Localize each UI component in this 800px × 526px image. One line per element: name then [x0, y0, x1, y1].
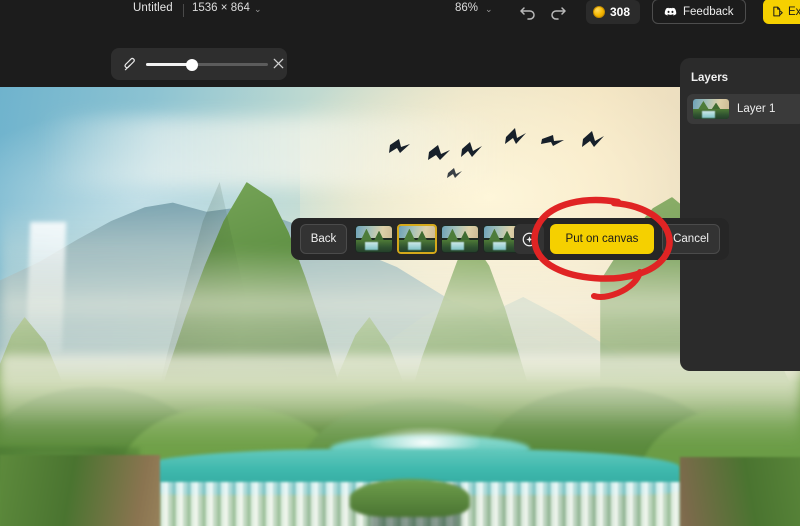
back-label: Back [310, 233, 337, 245]
generation-action-bar: Back Put on canvas Cancel [291, 218, 729, 260]
export-icon [773, 6, 783, 17]
project-title[interactable]: Untitled [133, 2, 173, 14]
brush-size-toolbar [111, 48, 287, 80]
variation-thumb-2[interactable] [397, 224, 437, 254]
credits-count: 308 [610, 5, 631, 19]
layer-name: Layer 1 [737, 103, 776, 115]
credits-badge[interactable]: 308 [586, 0, 641, 24]
layers-panel-title: Layers [691, 72, 729, 84]
toolbar-divider [183, 4, 184, 17]
eraser-icon[interactable] [123, 57, 138, 72]
canvas-dimensions[interactable]: 1536 × 864 [192, 2, 250, 14]
export-label: Ex [788, 5, 800, 18]
export-button[interactable]: Ex [763, 0, 800, 24]
close-brush-toolbar-button[interactable] [271, 56, 286, 71]
slider-handle[interactable] [186, 58, 198, 71]
close-x-icon [273, 58, 284, 69]
layers-panel: Layers Layer 1 [680, 58, 800, 371]
brush-size-slider[interactable] [146, 58, 268, 71]
undo-arrow-icon [520, 7, 535, 20]
put-on-canvas-button[interactable]: Put on canvas [550, 224, 654, 254]
layer-list-item[interactable]: Layer 1 [687, 94, 800, 124]
back-button[interactable]: Back [300, 224, 347, 254]
variation-thumbnails [355, 224, 521, 254]
regenerate-sparkle-icon [522, 232, 536, 246]
top-toolbar: Untitled 1536 × 864 ⌄ 86% ⌄ 308 Feedback… [0, 0, 800, 26]
layer-thumbnail [693, 99, 729, 119]
feedback-button[interactable]: Feedback [652, 0, 746, 24]
zoom-level[interactable]: 86% [455, 2, 478, 14]
redo-arrow-icon [551, 7, 566, 20]
put-on-canvas-label: Put on canvas [565, 233, 639, 245]
cancel-label: Cancel [673, 233, 709, 245]
redo-button[interactable] [548, 3, 568, 21]
variation-thumb-1[interactable] [355, 225, 393, 253]
discord-icon [664, 7, 677, 15]
app-window: Untitled 1536 × 864 ⌄ 86% ⌄ 308 Feedback… [0, 0, 800, 526]
chevron-down-icon-zoom[interactable]: ⌄ [485, 4, 493, 15]
chevron-down-icon-dimensions[interactable]: ⌄ [254, 4, 262, 15]
feedback-label: Feedback [683, 5, 734, 18]
coin-icon [593, 6, 605, 18]
regenerate-button[interactable] [514, 224, 544, 254]
undo-button[interactable] [518, 3, 538, 21]
variation-thumb-3[interactable] [441, 225, 479, 253]
cancel-button[interactable]: Cancel [662, 224, 720, 254]
